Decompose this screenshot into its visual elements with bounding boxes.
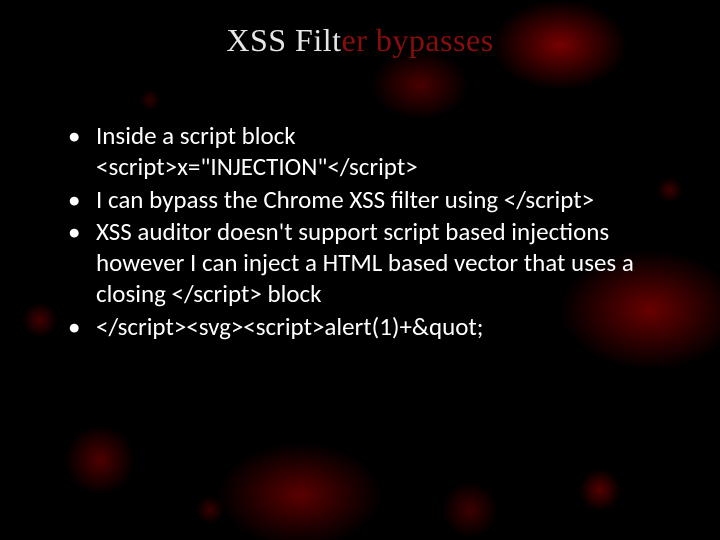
bullet-text: </script><svg><script>alert(1)+&quot; xyxy=(96,311,484,342)
list-item: I can bypass the Chrome XSS filter using… xyxy=(68,185,680,216)
slide: XSS Filter bypasses Inside a script bloc… xyxy=(0,0,720,540)
bullet-text: Inside a script block xyxy=(96,120,296,151)
list-item: XSS auditor doesn't support script based… xyxy=(68,217,680,309)
title-part2: er bypasses xyxy=(342,22,494,58)
list-item: Inside a script block <script>x="INJECTI… xyxy=(68,121,680,183)
bullet-text: XSS auditor doesn't support script based… xyxy=(96,216,634,309)
bullet-text: <script>x="INJECTION"</script> xyxy=(96,152,680,183)
title-part1: XSS Filt xyxy=(226,22,341,58)
bullet-text: I can bypass the Chrome XSS filter using… xyxy=(96,184,594,215)
bullet-list: Inside a script block <script>x="INJECTI… xyxy=(40,121,680,342)
list-item: </script><svg><script>alert(1)+&quot; xyxy=(68,312,680,343)
slide-title: XSS Filter bypasses xyxy=(40,22,680,59)
